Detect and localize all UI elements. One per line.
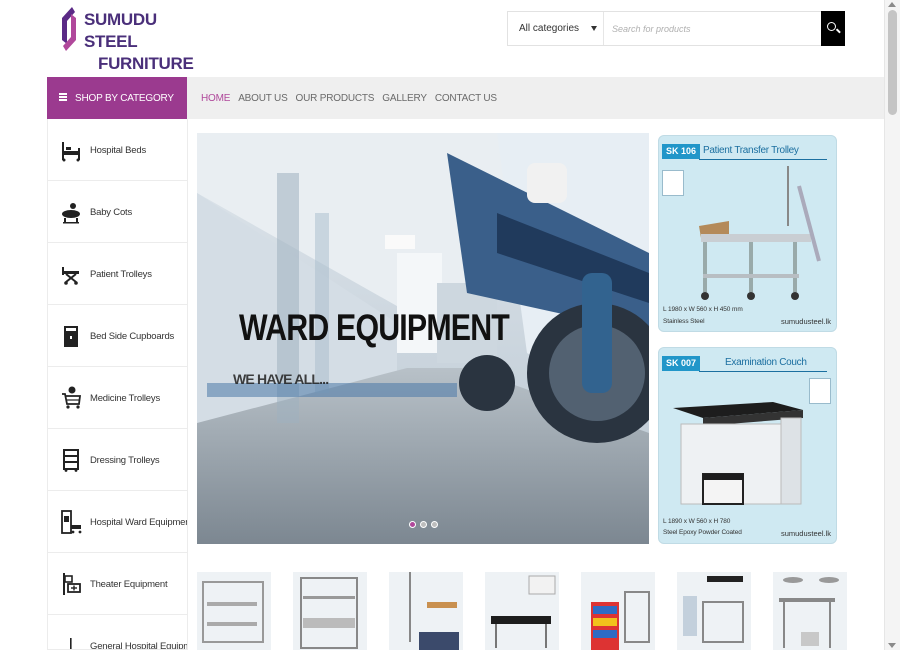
slider-dot-3[interactable]: [431, 521, 438, 528]
nav-contact-us[interactable]: CONTACT US: [435, 93, 497, 104]
nav-about-us[interactable]: ABOUT US: [238, 93, 288, 104]
product-image: [779, 577, 839, 648]
general-equipment-icon: [70, 638, 72, 649]
logo-mark-icon: [62, 7, 76, 51]
product-title: Examination Couch: [725, 357, 807, 368]
nav-our-products[interactable]: OUR PRODUCTS: [296, 93, 375, 104]
product-dimensions: L 1980 x W 560 x H 450 mm: [663, 306, 743, 313]
shop-by-category-label: SHOP BY CATEGORY: [75, 93, 174, 104]
title-underline: [699, 371, 827, 372]
sidebar-item-general-hospital-equipment[interactable]: General Hospital Equipment: [48, 615, 187, 650]
hero-slider[interactable]: WARD EQUIPMENT WE HAVE ALL...: [197, 133, 649, 544]
product-thumb-4[interactable]: [485, 572, 559, 650]
sidebar-item-label: Hospital Beds: [90, 145, 147, 156]
menu-icon: [59, 93, 67, 101]
title-underline: [699, 159, 827, 160]
slider-dot-1[interactable]: [409, 521, 416, 528]
product-code-badge: SK 007: [662, 356, 701, 371]
product-code-prefix: SK: [666, 146, 679, 156]
sidebar-item-bed-side-cupboards[interactable]: Bed Side Cupboards: [48, 305, 187, 367]
search-button[interactable]: [821, 11, 845, 46]
product-card-patient-transfer-trolley[interactable]: SK 106 Patient Transfer Trolley L 1980 x…: [658, 135, 837, 332]
product-strip: [197, 572, 857, 650]
sidebar-item-hospital-beds[interactable]: Hospital Beds: [48, 119, 187, 181]
search-icon-handle: [836, 28, 841, 34]
product-code-number: 106: [681, 146, 697, 156]
sidebar-item-label: Medicine Trolleys: [90, 393, 160, 404]
category-select[interactable]: All categories: [508, 12, 604, 45]
slider-dot-2[interactable]: [420, 521, 427, 528]
patient-trolley-icon: [62, 267, 79, 285]
product-thumb-1[interactable]: [197, 572, 271, 650]
examination-couch-image: [673, 402, 803, 505]
product-image: [300, 577, 358, 649]
product-website: sumudusteel.lk: [780, 317, 831, 326]
site-logo[interactable]: SUMUDU STEEL FURNITURE: [58, 6, 198, 73]
product-material: Stainless Steel: [663, 318, 705, 325]
product-image: [409, 572, 459, 650]
product-image: [683, 576, 744, 643]
category-sidebar: Hospital Beds Baby Cots Patient Trolleys…: [47, 119, 188, 650]
sidebar-item-theater-equipment[interactable]: Theater Equipment: [48, 553, 187, 615]
sidebar-item-label: Theater Equipment: [90, 579, 168, 590]
search-input[interactable]: [604, 12, 821, 45]
sidebar-item-label: Baby Cots: [90, 207, 133, 218]
sidebar-item-medicine-trolleys[interactable]: Medicine Trolleys: [48, 367, 187, 429]
product-code-prefix: SK: [666, 358, 679, 368]
sidebar-item-label: Patient Trolleys: [90, 269, 152, 280]
sidebar-item-label: Dressing Trolleys: [90, 455, 160, 466]
scroll-up-arrow[interactable]: [888, 2, 896, 7]
hospital-bed-icon: [62, 142, 80, 162]
slider-dots: [409, 521, 438, 528]
baby-cot-icon: [62, 203, 80, 224]
sidebar-item-label: General Hospital Equipment: [90, 641, 187, 650]
product-title: Patient Transfer Trolley: [703, 145, 799, 156]
product-thumbnail: [662, 170, 684, 196]
page-scrollbar[interactable]: [884, 0, 900, 650]
hero-title: WARD EQUIPMENT: [239, 307, 510, 348]
product-thumb-7[interactable]: [773, 572, 847, 650]
sidebar-item-baby-cots[interactable]: Baby Cots: [48, 181, 187, 243]
product-thumb-5[interactable]: [581, 572, 655, 650]
sidebar-item-hospital-ward-equipment[interactable]: Hospital Ward Equipment: [48, 491, 187, 553]
logo-line-1: SUMUDU STEEL: [84, 10, 157, 51]
scrollbar-thumb[interactable]: [888, 10, 897, 115]
theater-equipment-icon: [63, 573, 81, 595]
hero-subtitle: WE HAVE ALL...: [233, 371, 329, 387]
product-code-badge: SK 106: [662, 144, 701, 159]
ward-equipment-icon: [61, 510, 82, 534]
category-select-value: All categories: [519, 23, 580, 34]
search-icon: [827, 22, 836, 31]
product-material: Steel Epoxy Powder Coated: [663, 529, 742, 536]
nav-home[interactable]: HOME: [201, 93, 230, 104]
caret-down-icon: [591, 26, 597, 31]
cupboard-icon: [64, 326, 78, 347]
product-website: sumudusteel.lk: [780, 529, 831, 538]
sidebar-item-dressing-trolleys[interactable]: Dressing Trolleys: [48, 429, 187, 491]
medicine-trolley-icon: [62, 386, 82, 409]
nav-gallery[interactable]: GALLERY: [382, 93, 427, 104]
product-search-bar: All categories: [507, 11, 845, 46]
product-thumb-6[interactable]: [677, 572, 751, 650]
product-thumb-3[interactable]: [389, 572, 463, 650]
product-image: [491, 575, 556, 648]
product-image: [202, 581, 264, 643]
sidebar-item-label: Bed Side Cupboards: [90, 331, 175, 342]
product-card-examination-couch[interactable]: SK 007 Examination Couch L 1890 x W 560 …: [658, 347, 837, 544]
patient-transfer-trolley-image: [699, 166, 821, 300]
scroll-down-arrow[interactable]: [888, 643, 896, 648]
shop-by-category-button[interactable]: SHOP BY CATEGORY: [47, 77, 188, 119]
sidebar-item-patient-trolleys[interactable]: Patient Trolleys: [48, 243, 187, 305]
main-navigation: HOME ABOUT US OUR PRODUCTS GALLERY CONTA…: [187, 77, 884, 119]
product-image: [591, 591, 650, 650]
product-thumb-2[interactable]: [293, 572, 367, 650]
product-dimensions: L 1890 x W 560 x H 780: [663, 518, 731, 525]
sidebar-item-label: Hospital Ward Equipment: [90, 517, 188, 528]
logo-text: SUMUDU STEEL FURNITURE: [84, 9, 198, 75]
logo-line-2: FURNITURE: [98, 54, 194, 73]
dressing-trolley-icon: [63, 449, 79, 472]
product-code-number: 007: [681, 358, 697, 368]
